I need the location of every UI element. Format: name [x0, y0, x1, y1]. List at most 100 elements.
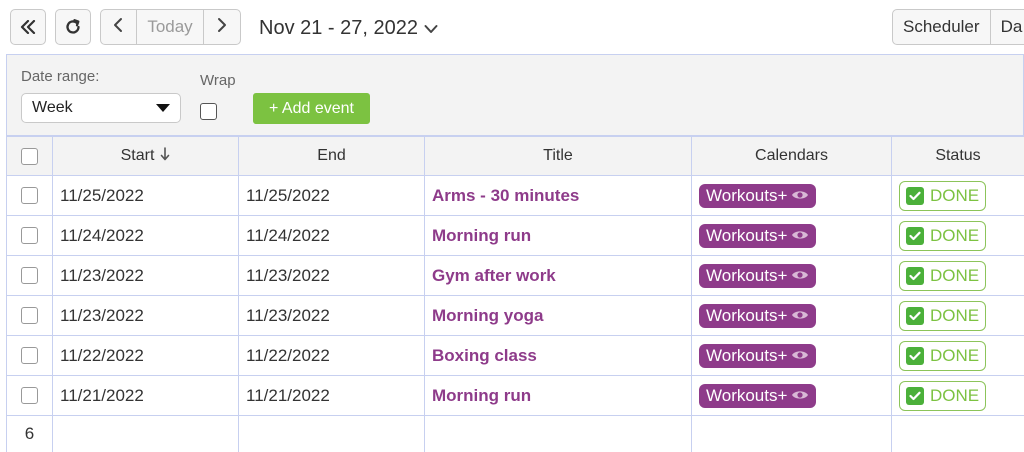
calendars-cell: Workouts+: [691, 176, 891, 215]
event-title-link[interactable]: Morning yoga: [432, 306, 543, 326]
status-badge[interactable]: DONE: [899, 340, 987, 371]
row-checkbox[interactable]: [21, 347, 38, 364]
add-event-button[interactable]: + Add event: [253, 93, 370, 124]
calendars-cell: Workouts+: [691, 216, 891, 255]
date-range-picker[interactable]: Nov 21 - 27, 2022: [259, 14, 438, 42]
footer-cell: [891, 416, 1024, 452]
select-all-cell: [6, 137, 52, 175]
status-badge[interactable]: DONE: [899, 180, 987, 211]
footer-cell: [238, 416, 424, 452]
calendar-tag-label: Workouts+: [706, 265, 788, 285]
column-header-title[interactable]: Title: [424, 137, 691, 175]
status-cell: DONE: [891, 256, 1024, 295]
calendar-tag[interactable]: Workouts+: [699, 223, 817, 248]
table-row[interactable]: 11/23/2022 11/23/2022 Gym after work Wor…: [6, 256, 1024, 296]
title-cell: Gym after work: [424, 256, 691, 295]
row-checkbox[interactable]: [21, 227, 38, 244]
previous-period-button[interactable]: [101, 10, 137, 44]
status-label: DONE: [930, 305, 980, 325]
end-cell: 11/24/2022: [238, 216, 424, 255]
column-header-start-label: Start: [120, 147, 155, 164]
wrap-checkbox[interactable]: [200, 103, 217, 120]
column-header-calendars[interactable]: Calendars: [691, 137, 891, 175]
next-period-button[interactable]: [204, 10, 240, 44]
end-cell: 11/25/2022: [238, 176, 424, 215]
row-checkbox[interactable]: [21, 187, 38, 204]
view-tab-day[interactable]: Da: [991, 10, 1024, 44]
column-header-status[interactable]: Status: [891, 137, 1024, 175]
caret-down-icon: [156, 104, 170, 112]
title-cell: Morning run: [424, 216, 691, 255]
status-label: DONE: [930, 385, 980, 405]
table-row[interactable]: 11/25/2022 11/25/2022 Arms - 30 minutes …: [6, 176, 1024, 216]
date-range-text: Nov 21 - 27, 2022: [259, 16, 418, 39]
today-button[interactable]: Today: [137, 10, 205, 44]
start-cell: 11/23/2022: [52, 296, 238, 335]
date-range-label: Date range:: [21, 68, 100, 85]
chevron-right-icon: [217, 17, 227, 38]
eye-icon: [791, 386, 809, 406]
event-title-link[interactable]: Boxing class: [432, 346, 537, 366]
event-title-link[interactable]: Morning run: [432, 226, 531, 246]
row-count: 6: [6, 416, 52, 452]
status-label: DONE: [930, 265, 980, 285]
table-row[interactable]: 11/23/2022 11/23/2022 Morning yoga Worko…: [6, 296, 1024, 336]
calendars-cell: Workouts+: [691, 376, 891, 415]
calendar-tag-label: Workouts+: [706, 305, 788, 325]
date-range-select[interactable]: Week: [21, 93, 181, 123]
end-cell: 11/23/2022: [238, 256, 424, 295]
start-cell: 11/22/2022: [52, 336, 238, 375]
column-header-end[interactable]: End: [238, 137, 424, 175]
calendar-tag[interactable]: Workouts+: [699, 343, 817, 368]
date-range-select-value: Week: [32, 99, 73, 116]
collapse-sidebar-button[interactable]: [10, 9, 46, 45]
check-box-icon: [906, 346, 924, 365]
title-cell: Boxing class: [424, 336, 691, 375]
calendar-tag[interactable]: Workouts+: [699, 183, 817, 208]
event-title-link[interactable]: Gym after work: [432, 266, 556, 286]
row-checkbox[interactable]: [21, 267, 38, 284]
calendar-tag-label: Workouts+: [706, 185, 788, 205]
eye-icon: [791, 306, 809, 326]
footer-cell: [52, 416, 238, 452]
title-cell: Morning run: [424, 376, 691, 415]
column-header-start[interactable]: Start: [52, 137, 238, 175]
calendars-cell: Workouts+: [691, 336, 891, 375]
table-row[interactable]: 11/22/2022 11/22/2022 Boxing class Worko…: [6, 336, 1024, 376]
row-checkbox[interactable]: [21, 307, 38, 324]
check-box-icon: [906, 226, 924, 245]
row-checkbox[interactable]: [21, 387, 38, 404]
calendar-tag[interactable]: Workouts+: [699, 263, 817, 288]
eye-icon: [791, 266, 809, 286]
chevron-down-icon: [424, 17, 438, 40]
status-cell: DONE: [891, 216, 1024, 255]
calendar-tag-label: Workouts+: [706, 345, 788, 365]
status-cell: DONE: [891, 296, 1024, 335]
status-badge[interactable]: DONE: [899, 260, 987, 291]
calendar-tag[interactable]: Workouts+: [699, 383, 817, 408]
end-cell: 11/23/2022: [238, 296, 424, 335]
status-badge[interactable]: DONE: [899, 220, 987, 251]
events-grid: Start End Title Calendars Status 11/25/2…: [6, 136, 1024, 452]
status-cell: DONE: [891, 336, 1024, 375]
wrap-label: Wrap: [200, 72, 236, 89]
select-all-checkbox[interactable]: [21, 147, 38, 165]
check-box-icon: [906, 386, 924, 405]
check-box-icon: [906, 306, 924, 325]
status-label: DONE: [930, 225, 980, 245]
calendars-cell: Workouts+: [691, 256, 891, 295]
status-badge[interactable]: DONE: [899, 300, 987, 331]
row-select-cell: [6, 296, 52, 335]
event-title-link[interactable]: Arms - 30 minutes: [432, 186, 579, 206]
arrow-down-icon: [160, 146, 170, 166]
refresh-button[interactable]: [55, 9, 91, 45]
status-label: DONE: [930, 185, 980, 205]
table-row[interactable]: 11/24/2022 11/24/2022 Morning run Workou…: [6, 216, 1024, 256]
status-badge[interactable]: DONE: [899, 380, 987, 411]
table-row[interactable]: 11/21/2022 11/21/2022 Morning run Workou…: [6, 376, 1024, 416]
calendar-tag[interactable]: Workouts+: [699, 303, 817, 328]
row-select-cell: [6, 256, 52, 295]
start-cell: 11/25/2022: [52, 176, 238, 215]
event-title-link[interactable]: Morning run: [432, 386, 531, 406]
view-tab-scheduler[interactable]: Scheduler: [893, 10, 991, 44]
